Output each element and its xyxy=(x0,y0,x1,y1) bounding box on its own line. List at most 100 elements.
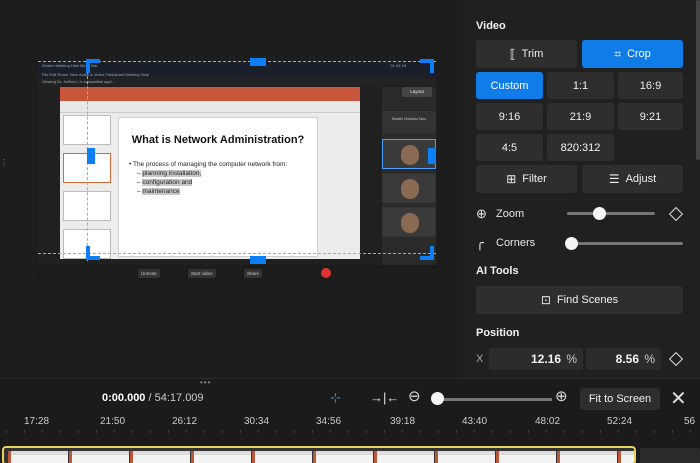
video-section-title: Video xyxy=(476,20,506,32)
ruler-minor-tick xyxy=(366,430,367,433)
ruler-minor-tick xyxy=(222,430,223,433)
ruler-minor-tick xyxy=(294,430,295,433)
find-scenes-button[interactable]: ⊡ Find Scenes xyxy=(476,286,683,314)
filter-icon: ⊞ xyxy=(506,172,517,186)
ratio-custom-button[interactable]: Custom xyxy=(476,72,543,99)
zoom-slider-knob[interactable] xyxy=(592,207,606,220)
participant-name-tile: Serafel Christian Tano xyxy=(382,111,436,133)
trim-icon: ⟦ xyxy=(509,47,516,61)
clip-frame-thumbnail xyxy=(313,451,373,463)
ruler-minor-tick xyxy=(384,430,385,433)
share-button: Share xyxy=(244,269,263,278)
ratio-820-312-button[interactable]: 820:312 xyxy=(547,134,614,161)
participant-face xyxy=(401,145,419,165)
trim-label: Trim xyxy=(521,48,544,60)
slide-subitem: planning installation, xyxy=(142,170,202,177)
crop-label: Crop xyxy=(626,48,651,60)
crop-handle-top[interactable] xyxy=(250,58,266,66)
time-display: 0:00.000 / 54:17.009 xyxy=(102,392,204,404)
preview-canvas[interactable]: ⋮ Webex Meeting Hide Menu Bar 01:04:18 F… xyxy=(0,0,463,378)
end-call-icon xyxy=(321,268,331,278)
timeline-resize-handle[interactable]: ••• xyxy=(200,378,211,387)
position-x-field[interactable]: 12.16 % xyxy=(489,348,583,370)
corners-slider-track[interactable] xyxy=(567,242,683,245)
ruler-minor-tick xyxy=(528,430,529,433)
crop-corner-top-right[interactable] xyxy=(420,59,434,73)
ruler-minor-tick xyxy=(132,430,133,433)
close-icon[interactable]: ✕ xyxy=(670,386,687,411)
fit-to-screen-button[interactable]: Fit to Screen xyxy=(580,388,660,410)
ruler-minor-tick xyxy=(168,430,169,433)
corners-slider-knob[interactable] xyxy=(565,237,578,250)
crop-handle-bottom[interactable] xyxy=(250,256,266,264)
ruler-minor-tick xyxy=(60,430,61,433)
crop-corner-bottom-left[interactable] xyxy=(86,246,100,260)
ruler-minor-tick xyxy=(24,430,25,433)
split-icon[interactable]: ⊹ xyxy=(330,390,341,406)
meeting-info-text: Viewing Dr. Jeffrey L.'s compatible appl… xyxy=(42,79,115,84)
zoom-out-icon[interactable]: ⊖ xyxy=(408,387,421,405)
clip-frame-thumbnail xyxy=(69,451,129,463)
participant-face xyxy=(401,179,419,199)
adjust-button[interactable]: ☰ Adjust xyxy=(582,165,683,193)
position-section-title: Position xyxy=(476,327,520,339)
position-y-field[interactable]: 8.56 % xyxy=(586,348,661,370)
ruler-minor-tick xyxy=(510,430,511,433)
ruler-minor-tick xyxy=(672,430,673,433)
corners-label: Corners xyxy=(496,237,536,249)
ruler-minor-tick xyxy=(96,430,97,433)
position-keyframe-icon[interactable] xyxy=(668,351,684,367)
ruler-tick-label: 56 xyxy=(684,416,696,427)
timeline-zoom-track[interactable] xyxy=(432,398,552,401)
crop-corner-top-left[interactable] xyxy=(86,59,100,73)
filter-button[interactable]: ⊞ Filter xyxy=(476,165,577,193)
ratio-1-1-button[interactable]: 1:1 xyxy=(547,72,614,99)
panel-scrollbar[interactable] xyxy=(696,0,700,160)
ruler-tick-label: 43:40 xyxy=(462,416,488,427)
ruler-minor-tick xyxy=(636,430,637,433)
ppt-ribbon xyxy=(60,87,360,101)
ratio-4-5-button[interactable]: 4:5 xyxy=(476,134,543,161)
ratio-21-9-button[interactable]: 21:9 xyxy=(547,103,614,130)
next-clip[interactable] xyxy=(640,448,700,463)
position-x-label: X xyxy=(476,353,484,365)
participant-face xyxy=(401,213,419,233)
crop-handle-left[interactable] xyxy=(87,148,95,164)
zoom-label: Zoom xyxy=(496,208,525,220)
trim-button[interactable]: ⟦ Trim xyxy=(476,40,577,68)
ruler-minor-tick xyxy=(582,430,583,433)
corners-icon: ╭ xyxy=(476,235,484,250)
meeting-info-bar: Viewing Dr. Jeffrey L.'s compatible appl… xyxy=(38,78,436,86)
slide-title: What is Network Administration? xyxy=(131,134,305,146)
zoom-icon: ⊕ xyxy=(476,206,487,221)
ruler-minor-tick xyxy=(204,430,205,433)
ratio-9-16-button[interactable]: 9:16 xyxy=(476,103,543,130)
crop-handle-right[interactable] xyxy=(428,148,436,164)
timeline-zoom-knob[interactable] xyxy=(431,392,444,405)
ruler-minor-tick xyxy=(6,430,7,433)
ruler-minor-tick xyxy=(654,430,655,433)
crop-button[interactable]: ⌗ Crop xyxy=(582,40,683,68)
slide-subitem: configuration and xyxy=(142,179,193,186)
crop-corner-bottom-right[interactable] xyxy=(420,246,434,260)
panel-resize-handle[interactable]: ⋮ xyxy=(0,159,8,167)
ruler-minor-tick xyxy=(42,430,43,433)
clip-frame-thumbnail xyxy=(374,451,434,463)
zoom-in-icon[interactable]: ⊕ xyxy=(555,387,568,405)
zoom-slider-track[interactable] xyxy=(567,212,655,215)
time-separator: / xyxy=(145,392,155,404)
layout-button: Layout xyxy=(402,87,432,97)
ratio-9-21-button[interactable]: 9:21 xyxy=(618,103,683,130)
adjust-icon: ☰ xyxy=(608,172,620,186)
clip-frame-thumbnail xyxy=(557,451,617,463)
timeline-toolbar: ••• 0:00.000 / 54:17.009 ⊹ →|← ⊖ ⊕ Fit t… xyxy=(0,378,700,414)
total-time: 54:17.009 xyxy=(154,392,204,404)
ratio-16-9-button[interactable]: 16:9 xyxy=(618,72,683,99)
video-clip[interactable] xyxy=(2,446,636,463)
shared-presentation: What is Network Administration? • The pr… xyxy=(60,87,360,259)
ruler-minor-tick xyxy=(150,430,151,433)
participant-video xyxy=(382,207,436,237)
ruler-tick-label: 48:02 xyxy=(535,416,561,427)
snap-icon[interactable]: →|← xyxy=(370,390,399,405)
timeline-ruler[interactable]: 17:28 21:50 26:12 30:34 34:56 39:18 43:4… xyxy=(0,414,700,444)
